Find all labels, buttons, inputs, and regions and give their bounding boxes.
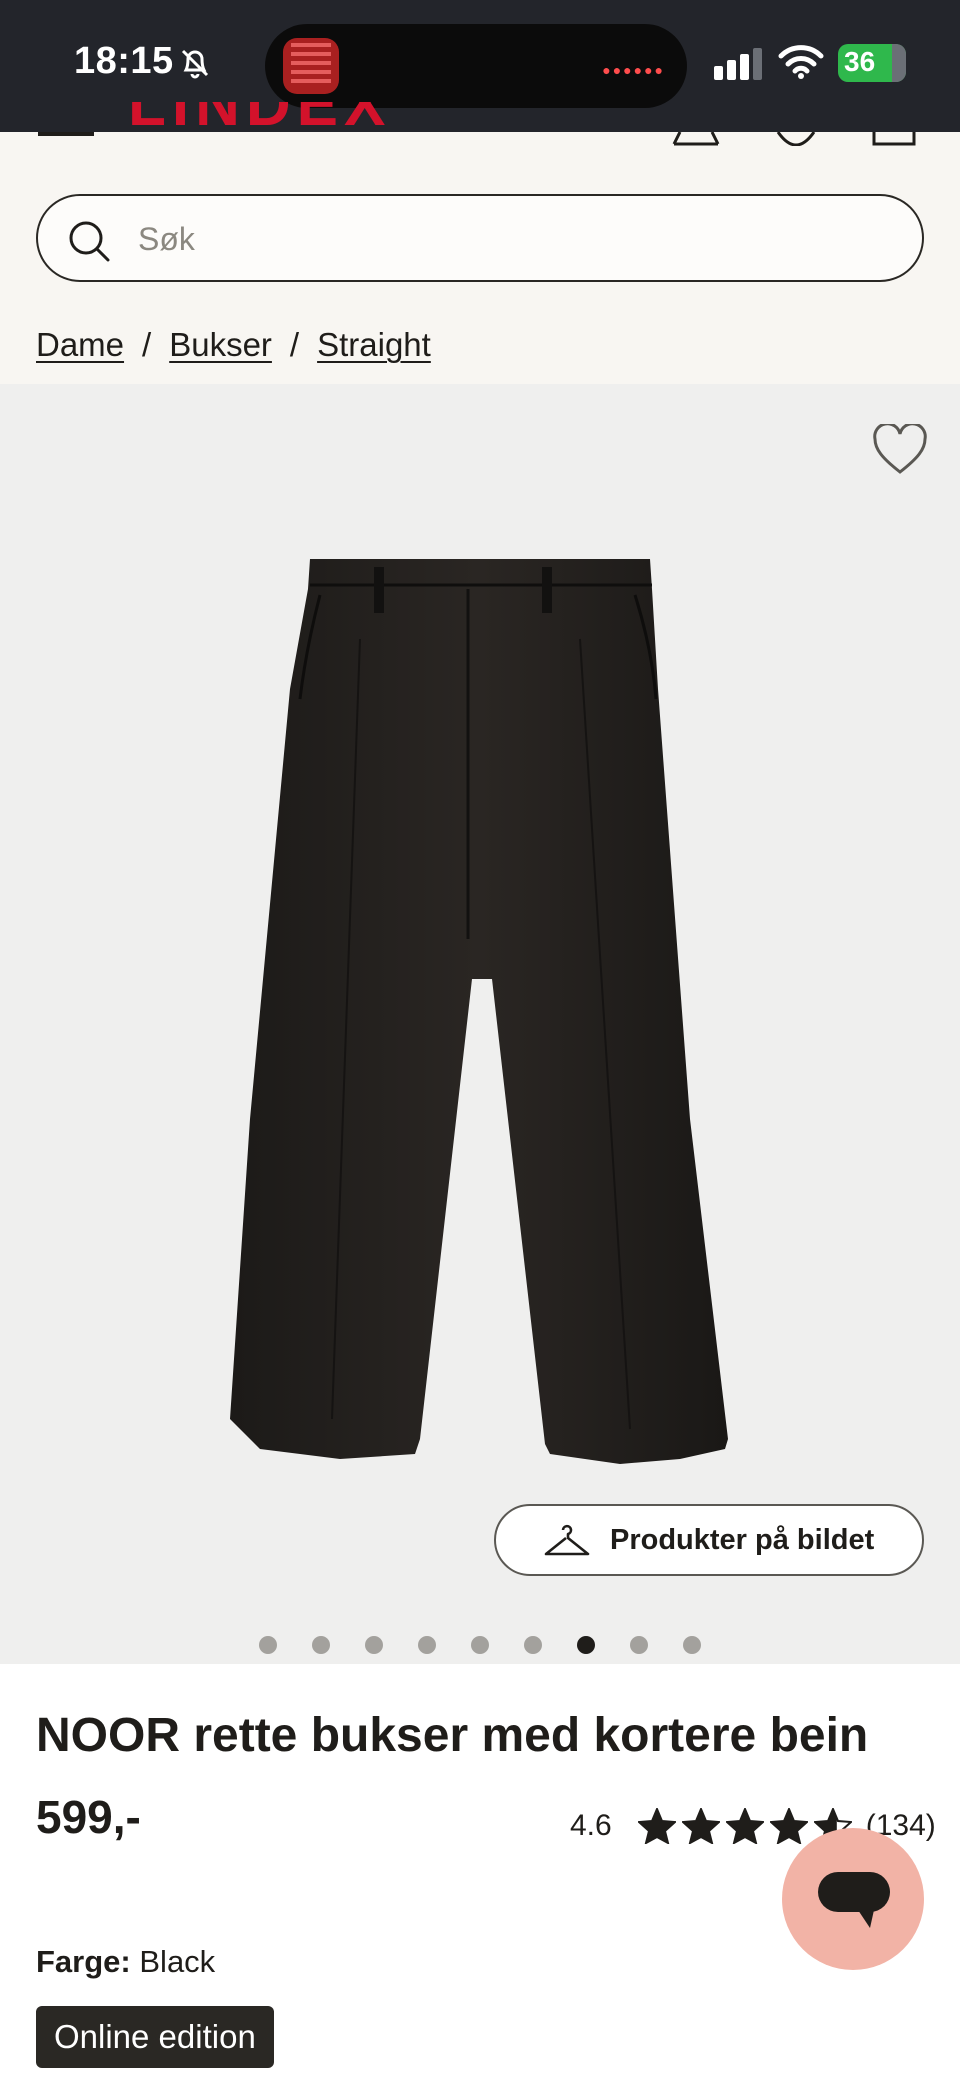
pagination-dot[interactable]	[418, 1636, 436, 1654]
wishlist-icon[interactable]	[772, 132, 820, 146]
breadcrumb-separator: /	[142, 326, 152, 363]
color-value: Black	[139, 1944, 216, 1979]
star-icon	[681, 1808, 720, 1844]
product-image-gallery[interactable]: Produkter på bildet	[0, 384, 960, 1664]
rating-value: 4.6	[570, 1809, 612, 1842]
battery-indicator: 36	[838, 44, 906, 82]
wifi-icon	[778, 45, 824, 79]
star-icon	[725, 1808, 764, 1844]
pagination-dot[interactable]	[524, 1636, 542, 1654]
search-bar[interactable]	[36, 194, 924, 282]
color-label: Farge:	[36, 1944, 131, 1979]
star-icon	[769, 1808, 808, 1844]
breadcrumb-bukser[interactable]: Bukser	[169, 326, 272, 364]
status-time: 18:15	[74, 40, 174, 82]
pagination-dot[interactable]	[312, 1636, 330, 1654]
image-pagination-dots[interactable]	[0, 1636, 960, 1654]
bell-off-icon	[181, 49, 209, 79]
pagination-dot[interactable]	[471, 1636, 489, 1654]
hanger-icon	[544, 1524, 590, 1556]
star-icon	[637, 1808, 676, 1844]
dynamic-island: ●●●●●●	[265, 24, 687, 108]
chat-icon	[818, 1872, 890, 1928]
battery-level: 36	[844, 46, 876, 77]
menu-icon[interactable]	[38, 132, 94, 144]
cellular-signal-icon	[714, 48, 762, 80]
products-in-image-label: Produkter på bildet	[610, 1523, 875, 1556]
pagination-dot[interactable]	[577, 1636, 595, 1654]
pagination-dot[interactable]	[683, 1636, 701, 1654]
search-icon	[69, 221, 110, 262]
audio-indicator: ●●●●●●	[602, 62, 665, 78]
product-title: NOOR rette bukser med kortere bein	[36, 1709, 869, 1762]
pagination-dot[interactable]	[259, 1636, 277, 1654]
product-image	[230, 559, 728, 1464]
brand-logo[interactable]: LINDEX	[128, 102, 391, 146]
search-input[interactable]	[138, 216, 898, 262]
cart-icon[interactable]	[870, 132, 918, 146]
breadcrumb-separator: /	[289, 326, 300, 363]
pagination-dot[interactable]	[365, 1636, 383, 1654]
breadcrumb-dame[interactable]: Dame	[36, 326, 124, 364]
site-header: LINDEX Dame / Bukser / Straight	[0, 102, 960, 384]
account-icon[interactable]	[672, 132, 720, 146]
now-playing-thumbnail	[283, 38, 339, 94]
product-price: 599,-	[36, 1791, 141, 1843]
breadcrumb-straight[interactable]: Straight	[317, 326, 431, 364]
breadcrumb: Dame / Bukser / Straight	[36, 326, 431, 364]
pagination-dot[interactable]	[630, 1636, 648, 1654]
products-in-image-button[interactable]: Produkter på bildet	[494, 1504, 924, 1576]
online-edition-badge: Online edition	[36, 2006, 274, 2068]
chat-button[interactable]	[782, 1828, 924, 1970]
favorite-heart-icon[interactable]	[872, 424, 928, 476]
color-selection: Farge: Black	[36, 1944, 215, 1980]
